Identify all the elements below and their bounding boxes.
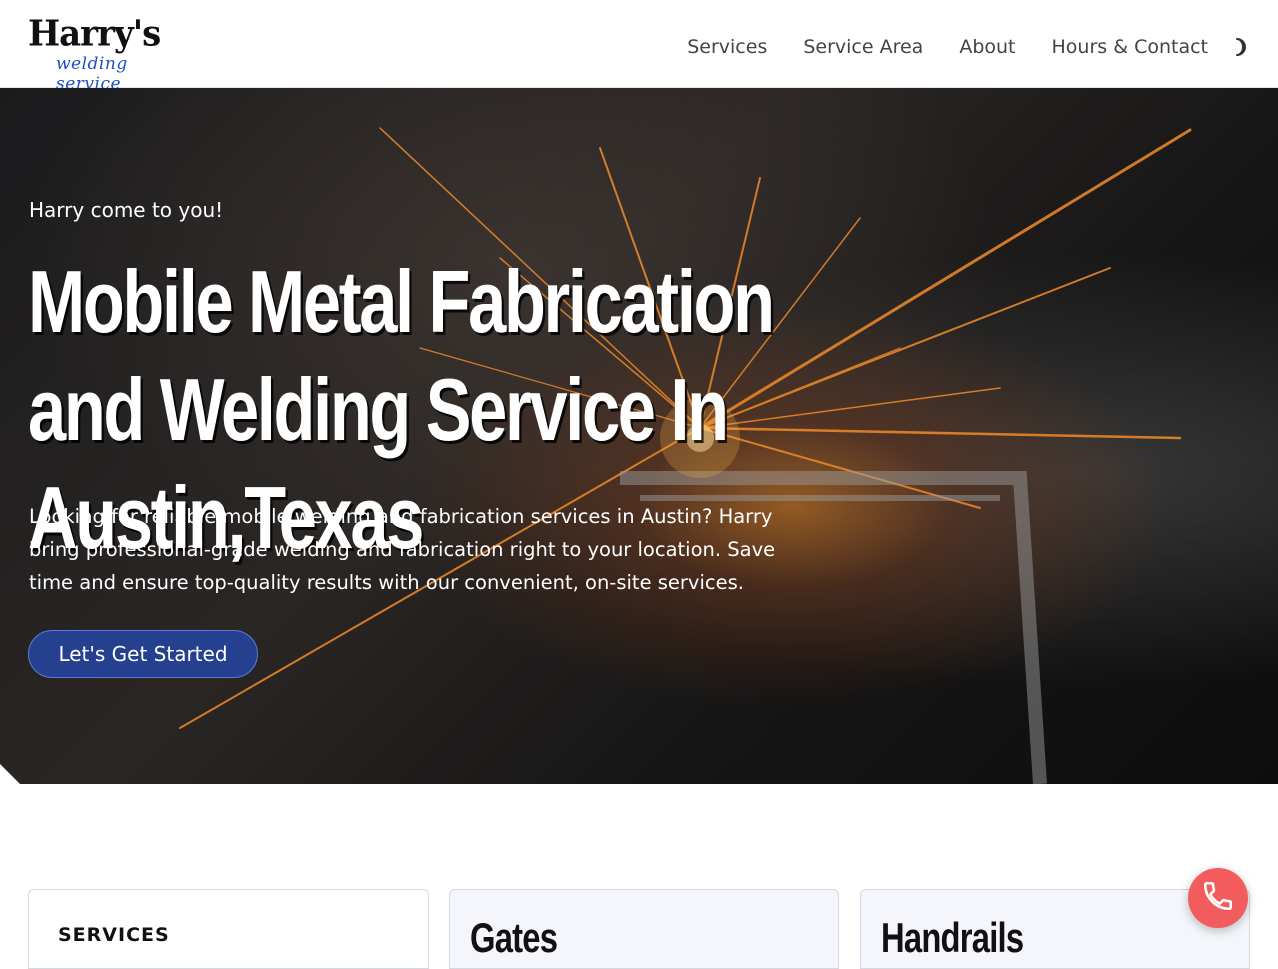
hero-corner-notch [0, 764, 20, 784]
logo[interactable]: Harry's welding service [28, 13, 188, 94]
hero-description: Looking for reliable mobile welding and … [29, 505, 776, 594]
moon-icon[interactable] [1230, 37, 1250, 57]
nav-service-area[interactable]: Service Area [803, 36, 923, 58]
gates-card[interactable]: Gates [449, 889, 839, 969]
get-started-button[interactable]: Let's Get Started [28, 630, 258, 678]
handrails-title: Handrails [881, 914, 1024, 961]
phone-icon [1201, 879, 1235, 917]
hero-section: Harry come to you! Mobile Metal Fabricat… [0, 88, 1278, 784]
services-label: SERVICES [58, 924, 170, 946]
logo-main-text: Harry's [28, 13, 161, 55]
hero-eyebrow: Harry come to you! [29, 198, 224, 222]
gates-title: Gates [470, 914, 558, 961]
services-card: SERVICES [28, 889, 429, 969]
nav-about[interactable]: About [959, 36, 1015, 58]
nav-services[interactable]: Services [687, 36, 767, 58]
call-button[interactable] [1188, 868, 1248, 928]
site-header: Harry's welding service Services Service… [0, 0, 1278, 94]
main-nav: Services Service Area About Hours & Cont… [687, 36, 1250, 58]
nav-hours-contact[interactable]: Hours & Contact [1052, 36, 1208, 58]
